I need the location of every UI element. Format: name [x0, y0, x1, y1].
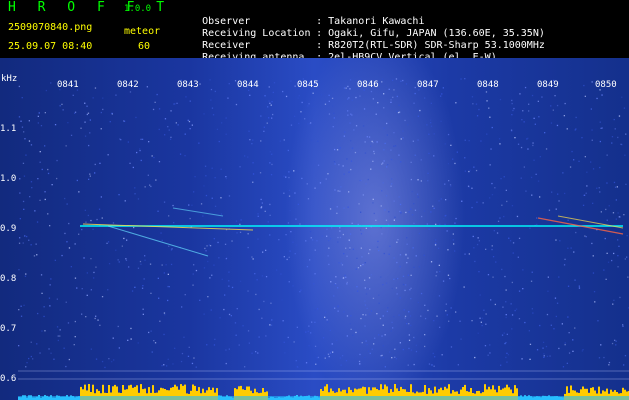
- file-name: 2509070840.png: [8, 22, 93, 33]
- date-time: 25.09.07 08:40: [8, 41, 93, 52]
- x-tick-label: 0847: [417, 80, 439, 90]
- meteor-label: meteor: [124, 26, 161, 37]
- y-tick-label: 0.8: [0, 274, 17, 284]
- y-tick-label: 1.1: [0, 124, 17, 134]
- x-tick-label: 0841: [57, 80, 79, 90]
- y-tick-label: 0.7: [0, 324, 17, 334]
- x-tick-label: 0846: [357, 80, 379, 90]
- x-tick-label: 0850: [595, 80, 617, 90]
- y-axis-unit: kHz: [1, 74, 18, 84]
- x-tick-label: 0843: [177, 80, 199, 90]
- x-tick-label: 0844: [237, 80, 259, 90]
- spectrogram-panel: kHz 1.1 1.0 0.9 0.8 0.7 0.6 0841 0842 08…: [0, 58, 629, 400]
- x-tick-label: 0842: [117, 80, 139, 90]
- meteor-count: 60: [138, 41, 151, 52]
- y-tick-label: 1.0: [0, 174, 17, 184]
- noise-layer: [18, 78, 629, 369]
- y-tick-label: 0.9: [0, 224, 17, 234]
- meteor-trail: [172, 207, 224, 217]
- y-tick-label: 0.6: [0, 374, 17, 384]
- x-tick-label: 0848: [477, 80, 499, 90]
- app-version: 1.0.0: [124, 4, 152, 14]
- header-panel: H R O F F T 1.0.0 2509070840.png meteor …: [0, 0, 629, 63]
- bottom-activity-bar: [18, 384, 629, 400]
- x-tick-label: 0849: [537, 80, 559, 90]
- spectrogram-plot: [18, 78, 629, 400]
- x-tick-label: 0845: [297, 80, 319, 90]
- meteor-trail: [107, 225, 209, 257]
- meteor-trail: [82, 223, 254, 231]
